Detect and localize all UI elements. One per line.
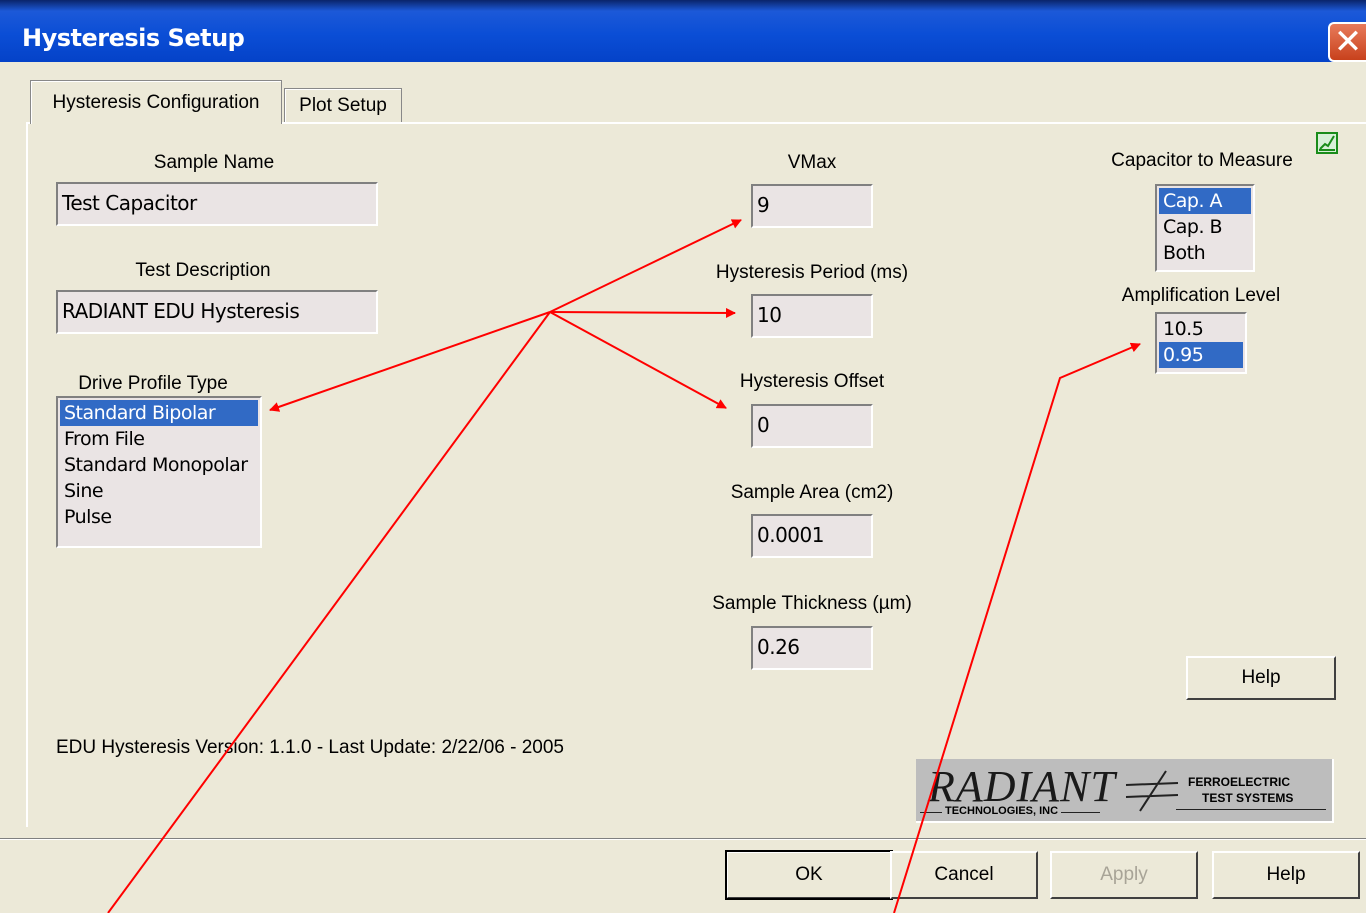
dialog-window: Hysteresis Setup ✕ Hysteresis Configurat… bbox=[0, 0, 1366, 913]
tab-label: Plot Setup bbox=[299, 94, 387, 116]
plot-graph-icon[interactable] bbox=[1316, 132, 1338, 154]
capacitor-option[interactable]: Both bbox=[1159, 240, 1251, 266]
hysteresis-period-input[interactable]: 10 bbox=[751, 294, 873, 338]
sample-thickness-label: Sample Thickness (µm) bbox=[712, 593, 912, 614]
footer-separator bbox=[0, 838, 1366, 840]
help-panel-button[interactable]: Help bbox=[1186, 656, 1336, 700]
vmax-label: VMax bbox=[787, 152, 837, 173]
version-text: EDU Hysteresis Version: 1.1.0 - Last Upd… bbox=[56, 737, 564, 758]
amplification-option[interactable]: 10.5 bbox=[1159, 316, 1243, 342]
radiant-logo: RADIANT TECHNOLOGIES, INC FERROELECTRIC … bbox=[916, 759, 1334, 823]
amplification-label: Amplification Level bbox=[1121, 285, 1281, 306]
hysteresis-offset-label: Hysteresis Offset bbox=[739, 371, 885, 392]
capacitor-option[interactable]: Cap. B bbox=[1159, 214, 1251, 240]
test-description-label: Test Description bbox=[135, 260, 271, 281]
capacitor-option[interactable]: Cap. A bbox=[1159, 188, 1251, 214]
logo-cross-icon bbox=[1125, 770, 1179, 812]
drive-profile-option[interactable]: Standard Bipolar bbox=[60, 400, 258, 426]
apply-button[interactable]: Apply bbox=[1050, 851, 1198, 899]
drive-profile-option[interactable]: Pulse bbox=[60, 504, 258, 530]
test-description-input[interactable]: RADIANT EDU Hysteresis bbox=[56, 290, 378, 334]
capacitor-listbox[interactable]: Cap. A Cap. B Both bbox=[1155, 184, 1255, 272]
sample-name-input[interactable]: Test Capacitor bbox=[56, 182, 378, 226]
logo-right-line1: FERROELECTRIC bbox=[1188, 775, 1290, 789]
drive-profile-label: Drive Profile Type bbox=[78, 373, 228, 394]
sample-area-label: Sample Area (cm2) bbox=[730, 482, 894, 503]
amplification-listbox[interactable]: 10.5 0.95 bbox=[1155, 312, 1247, 374]
drive-profile-option[interactable]: Standard Monopolar bbox=[60, 452, 258, 478]
window-title: Hysteresis Setup bbox=[22, 24, 245, 52]
logo-right-line2: TEST SYSTEMS bbox=[1202, 791, 1294, 805]
tab-hysteresis-configuration[interactable]: Hysteresis Configuration bbox=[30, 80, 282, 124]
capacitor-label: Capacitor to Measure bbox=[1111, 150, 1293, 171]
hysteresis-offset-input[interactable]: 0 bbox=[751, 404, 873, 448]
vmax-input[interactable]: 9 bbox=[751, 184, 873, 228]
sample-area-input[interactable]: 0.0001 bbox=[751, 514, 873, 558]
tab-plot-setup[interactable]: Plot Setup bbox=[284, 88, 402, 122]
help-button[interactable]: Help bbox=[1212, 851, 1360, 899]
drive-profile-option[interactable]: Sine bbox=[60, 478, 258, 504]
close-icon: ✕ bbox=[1333, 22, 1363, 62]
drive-profile-listbox[interactable]: Standard Bipolar From File Standard Mono… bbox=[56, 396, 262, 548]
hysteresis-period-label: Hysteresis Period (ms) bbox=[715, 262, 909, 283]
amplification-option[interactable]: 0.95 bbox=[1159, 342, 1243, 368]
close-button[interactable]: ✕ bbox=[1328, 22, 1366, 62]
ok-button[interactable]: OK bbox=[725, 850, 893, 900]
sample-name-label: Sample Name bbox=[153, 152, 275, 173]
sample-thickness-input[interactable]: 0.26 bbox=[751, 626, 873, 670]
drive-profile-option[interactable]: From File bbox=[60, 426, 258, 452]
cancel-button[interactable]: Cancel bbox=[890, 851, 1038, 899]
tab-label: Hysteresis Configuration bbox=[52, 91, 260, 113]
title-bar[interactable]: Hysteresis Setup bbox=[0, 0, 1366, 62]
logo-subtext: TECHNOLOGIES, INC bbox=[942, 805, 1062, 817]
